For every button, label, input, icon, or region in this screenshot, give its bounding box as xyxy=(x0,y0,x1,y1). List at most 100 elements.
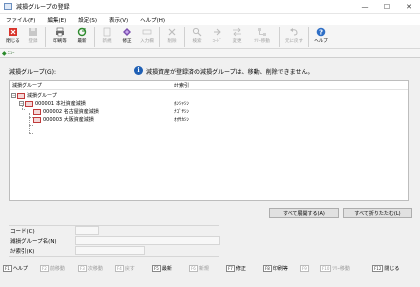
toolbar: 閉じる 登録 印刷等 最新 新規 修正 入力欄 削除 検索 ｺｰﾄﾞ 変更 ﾂﾘ… xyxy=(0,25,420,49)
menu-help[interactable]: ヘルプ(H) xyxy=(134,16,171,24)
edit-toolbar-button[interactable]: 修正 xyxy=(117,25,137,48)
search-icon xyxy=(192,27,202,37)
tree-row[interactable]: 000003 大阪資産減損 ｵｵｻｶｼﾝ xyxy=(10,116,408,124)
close-toolbar-button[interactable]: 閉じる xyxy=(3,25,23,48)
close-window-button[interactable]: ✕ xyxy=(398,0,420,14)
printer-icon xyxy=(56,27,64,37)
change-toolbar-button[interactable]: 変更 xyxy=(227,25,247,48)
f7-edit-button[interactable]: F7 修正 xyxy=(226,263,246,274)
toolbar-separator xyxy=(308,27,309,47)
input-field-toolbar-button[interactable]: 入力欄 xyxy=(137,25,157,48)
menu-edit[interactable]: 編集(E) xyxy=(41,16,72,24)
info-message: 減損資産が登録済の減損グループは、移動、削除できません。 xyxy=(146,69,314,76)
change-icon xyxy=(233,27,241,37)
tree-node-kana: ﾎﾝｼｬｼﾝ xyxy=(174,101,190,107)
folder-icon xyxy=(33,109,41,115)
pin-icon: ◆ xyxy=(2,49,7,57)
toolbar-separator xyxy=(279,27,280,47)
edit-icon xyxy=(123,28,131,36)
refresh-icon xyxy=(77,27,87,37)
maximize-button[interactable]: ☐ xyxy=(376,0,398,14)
f12-close-button[interactable]: F12 閉じる xyxy=(372,263,399,274)
folder-icon xyxy=(33,117,41,123)
toolbar-separator xyxy=(94,27,95,47)
status-text: ﾆｭｰ xyxy=(7,51,15,56)
toolbar-separator xyxy=(184,27,185,47)
tree-node-kana: ｵｵｻｶｼﾝ xyxy=(174,117,190,123)
info-icon: i xyxy=(134,66,143,75)
tree-move-toolbar-button[interactable]: ﾂﾘｰ移動 xyxy=(247,25,277,48)
tree-node-label: 000001 本社資産減損 xyxy=(35,101,86,107)
tree-row[interactable]: − 000001 本社資産減損 ﾎﾝｼｬｼﾝ xyxy=(10,100,408,108)
undo-toolbar-button[interactable]: 元に戻す xyxy=(282,25,306,48)
group-label: 減損グループ(G): xyxy=(9,69,56,76)
delete-toolbar-button[interactable]: 削除 xyxy=(162,25,182,48)
menu-bar: ファイル(F) 編集(E) 設定(S) 表示(V) ヘルプ(H) xyxy=(0,14,420,25)
undo-icon xyxy=(290,28,298,36)
group-name-field[interactable] xyxy=(75,236,220,245)
tree-row-root[interactable]: − 減損グループ xyxy=(10,92,408,100)
title-bar: 減損グループの登録 — ☐ ✕ xyxy=(0,0,420,14)
minimize-button[interactable]: — xyxy=(354,0,376,14)
save-icon xyxy=(29,28,37,36)
toolbar-separator xyxy=(45,27,46,47)
delete-icon xyxy=(168,28,176,36)
new-icon xyxy=(103,27,111,37)
code-toolbar-button[interactable]: ｺｰﾄﾞ xyxy=(207,25,227,48)
app-icon xyxy=(4,3,12,10)
group-name-label: 減損グループ名(N) xyxy=(10,238,57,245)
folder-icon xyxy=(25,101,33,107)
tree-row[interactable]: 000002 名古屋資産減損 ﾅｺﾞﾔｼﾝ xyxy=(10,108,408,116)
header-name: 減損グループ xyxy=(12,83,42,89)
collapse-toggle[interactable]: − xyxy=(19,101,24,106)
print-toolbar-button[interactable]: 印刷等 xyxy=(48,25,72,48)
tree-node-label: 000002 名古屋資産減損 xyxy=(43,109,99,115)
tree-node-label: 000003 大阪資産減損 xyxy=(43,117,94,123)
tree-move-icon xyxy=(258,28,266,36)
expand-all-button[interactable]: すべて展開する(A) xyxy=(269,208,339,218)
code-field[interactable] xyxy=(75,226,99,235)
tree-connector xyxy=(29,133,33,134)
header-kana: ｶﾅ索引 xyxy=(174,83,190,89)
search-toolbar-button[interactable]: 検索 xyxy=(187,25,207,48)
menu-settings[interactable]: 設定(S) xyxy=(72,16,103,24)
window-controls: — ☐ ✕ xyxy=(354,0,420,14)
close-door-icon xyxy=(9,28,17,36)
menu-file[interactable]: ファイル(F) xyxy=(0,16,41,24)
tree-node-label: 減損グループ xyxy=(27,93,57,99)
menu-view[interactable]: 表示(V) xyxy=(103,16,134,24)
f9-button[interactable]: F9 xyxy=(300,263,310,274)
code-icon xyxy=(214,28,221,36)
tree-connector xyxy=(29,125,33,126)
folder-icon xyxy=(17,93,25,99)
window-title: 減損グループの登録 xyxy=(16,4,70,11)
group-tree[interactable]: 減損グループ ｶﾅ索引 − 減損グループ − 000001 本社資産減損 ﾎﾝｼ… xyxy=(9,80,409,201)
help-icon: ? xyxy=(316,27,326,37)
f3-next-button[interactable]: F3 次移動 xyxy=(78,263,103,274)
f1-help-button[interactable]: F1 ヘルプ xyxy=(3,263,28,274)
f5-refresh-button[interactable]: F5 最新 xyxy=(152,263,172,274)
f8-print-button[interactable]: F8 印刷等 xyxy=(263,263,288,274)
divider xyxy=(0,57,420,58)
collapse-toggle[interactable]: − xyxy=(11,93,16,98)
help-toolbar-button[interactable]: ? ヘルプ xyxy=(311,25,331,48)
f4-revert-button[interactable]: F4 戻す xyxy=(115,263,135,274)
svg-text:?: ? xyxy=(319,29,323,37)
input-field-icon xyxy=(142,29,152,35)
kana-field[interactable] xyxy=(75,246,145,255)
bottom-bar xyxy=(0,276,420,287)
tree-header: 減損グループ ｶﾅ索引 xyxy=(10,81,408,90)
new-toolbar-button[interactable]: 新規 xyxy=(97,25,117,48)
toolbar-separator xyxy=(159,27,160,47)
kana-label: ｶﾅ索引(K) xyxy=(10,248,35,255)
tree-node-kana: ﾅｺﾞﾔｼﾝ xyxy=(174,109,190,115)
refresh-toolbar-button[interactable]: 最新 xyxy=(72,25,92,48)
code-label: コード(C) xyxy=(10,228,35,235)
detail-divider xyxy=(9,256,219,257)
f2-prev-button[interactable]: F2 前移動 xyxy=(40,263,65,274)
f6-new-button[interactable]: F6 新規 xyxy=(189,263,209,274)
status-row: ◆ ﾆｭｰ xyxy=(0,49,420,57)
f10-tree-move-button[interactable]: F10 ﾂﾘｰ移動 xyxy=(320,263,350,274)
register-toolbar-button[interactable]: 登録 xyxy=(23,25,43,48)
collapse-all-button[interactable]: すべて折りたたむ(L) xyxy=(343,208,412,218)
